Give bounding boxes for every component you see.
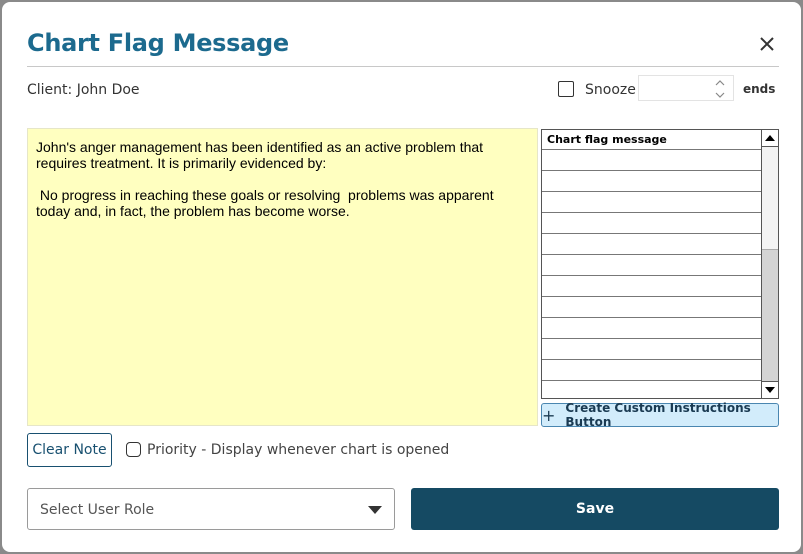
list-item[interactable] — [542, 171, 761, 192]
snooze-checkbox[interactable] — [558, 81, 574, 97]
list-item[interactable] — [542, 192, 761, 213]
message-rows — [542, 150, 761, 398]
chevron-up-icon[interactable] — [708, 77, 732, 89]
priority-label: Priority - Display whenever chart is ope… — [147, 442, 450, 458]
plus-icon: + — [542, 405, 556, 425]
client-name: Client: John Doe — [27, 82, 140, 98]
message-list-header: Chart flag message — [542, 130, 761, 150]
note-textarea[interactable]: John's anger management has been identif… — [27, 128, 538, 426]
scroll-up-arrow-icon[interactable] — [762, 130, 778, 147]
list-item[interactable] — [542, 381, 761, 398]
header-divider — [27, 66, 779, 67]
priority-checkbox[interactable] — [126, 442, 141, 457]
scroll-down-arrow-icon[interactable] — [762, 381, 778, 398]
user-role-placeholder: Select User Role — [40, 502, 155, 518]
close-icon[interactable] — [754, 31, 780, 57]
list-scrollbar[interactable] — [761, 130, 778, 398]
list-item[interactable] — [542, 213, 761, 234]
dialog-title: Chart Flag Message — [27, 29, 289, 57]
list-item[interactable] — [542, 297, 761, 318]
list-item[interactable] — [542, 276, 761, 297]
list-item[interactable] — [542, 318, 761, 339]
create-custom-instructions-button[interactable]: + Create Custom Instructions Button — [541, 401, 779, 429]
chart-flag-dialog: Chart Flag Message Client: John Doe Snoo… — [2, 2, 801, 552]
save-button[interactable]: Save — [411, 488, 779, 530]
caret-down-icon — [368, 506, 382, 514]
list-item[interactable] — [542, 339, 761, 360]
list-item[interactable] — [542, 234, 761, 255]
list-item[interactable] — [542, 360, 761, 381]
snooze-label: Snooze — [585, 82, 636, 98]
list-item[interactable] — [542, 150, 761, 171]
ends-label: ends — [743, 82, 776, 96]
user-role-select[interactable]: Select User Role — [27, 488, 395, 530]
scrollbar-thumb[interactable] — [762, 249, 778, 383]
chart-flag-message-list: Chart flag message — [541, 129, 779, 399]
clear-note-button[interactable]: Clear Note — [27, 433, 112, 467]
list-item[interactable] — [542, 255, 761, 276]
custom-instructions-label: Create Custom Instructions Button — [565, 401, 751, 429]
chevron-down-icon[interactable] — [708, 89, 732, 101]
